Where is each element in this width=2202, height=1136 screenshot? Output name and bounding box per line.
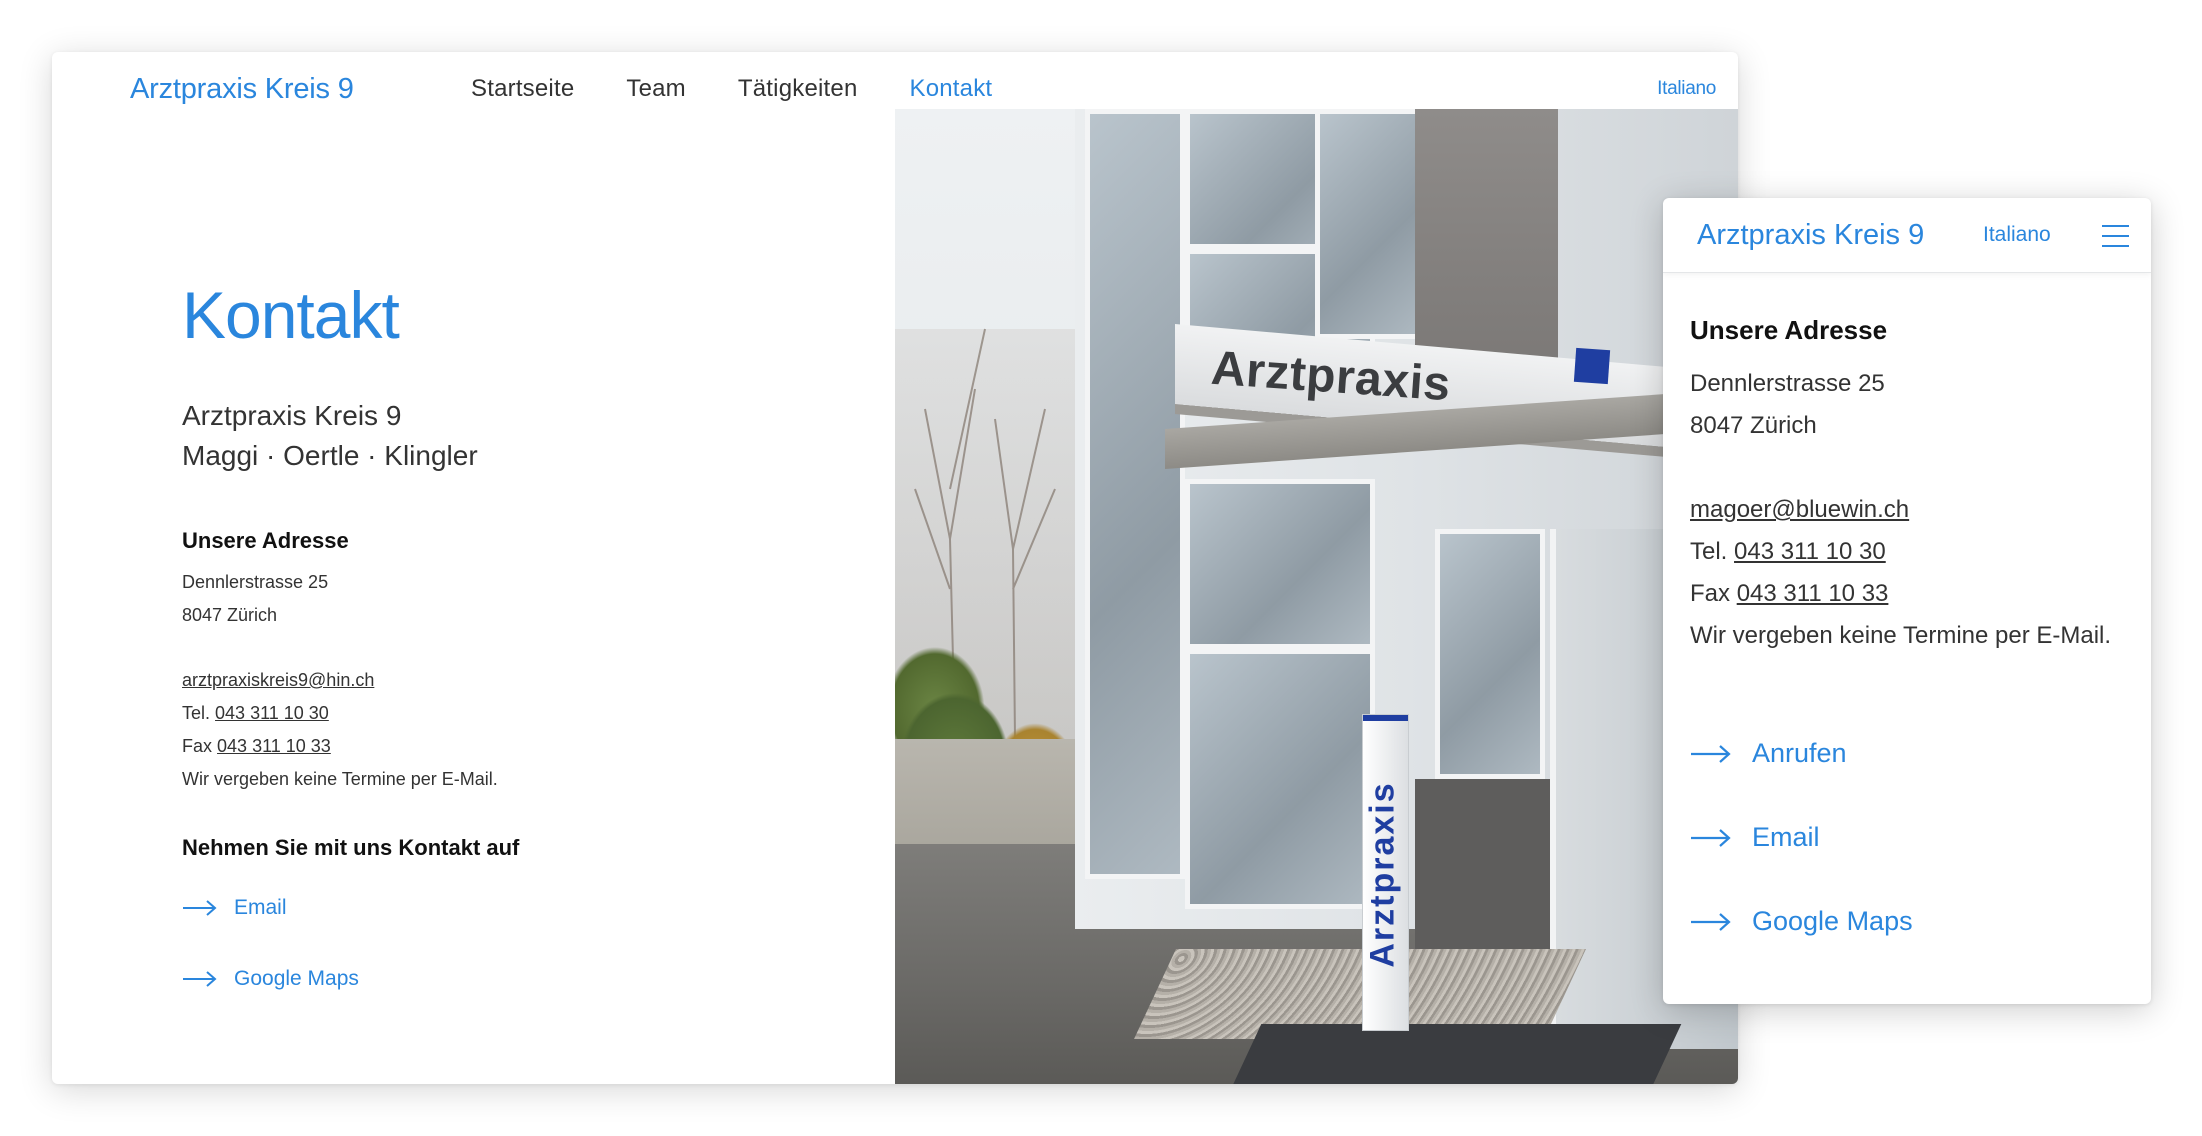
mobile-language-switch[interactable]: Italiano	[1983, 198, 2051, 272]
mobile-street: Dennlerstrasse 25	[1690, 370, 1885, 397]
tel-link[interactable]: 043 311 10 30	[215, 703, 329, 723]
nav-startseite[interactable]: Startseite	[471, 54, 574, 124]
address-heading: Unsere Adresse	[182, 528, 349, 553]
maps-cta-label: Google Maps	[234, 967, 359, 990]
maps-cta-link[interactable]: Google Maps	[182, 967, 359, 991]
mobile-tel-label: Tel.	[1690, 538, 1728, 565]
mobile-fax-label: Fax	[1690, 580, 1731, 607]
mobile-header: Arztpraxis Kreis 9 Italiano	[1663, 198, 2151, 273]
mobile-maps-cta-label: Google Maps	[1752, 906, 1913, 936]
arrow-right-icon	[1690, 911, 1732, 933]
email-link[interactable]: arztpraxiskreis9@hin.ch	[182, 670, 374, 690]
contact-heading: Nehmen Sie mit uns Kontakt auf	[182, 835, 520, 860]
appointment-note: Wir vergeben keine Termine per E-Mail.	[182, 769, 498, 789]
fax-label: Fax	[182, 736, 213, 756]
mobile-email-cta-label: Email	[1752, 822, 1820, 852]
pylon-sign-text: Arztpraxis	[1363, 781, 1402, 968]
practice-name: Arztpraxis Kreis 9	[182, 400, 402, 431]
email-cta-link[interactable]: Email	[182, 896, 287, 920]
mobile-site-logo[interactable]: Arztpraxis Kreis 9	[1697, 198, 1924, 272]
practice-subtitle: Arztpraxis Kreis 9 Maggi · Oertle · Klin…	[182, 396, 478, 476]
street: Dennlerstrasse 25	[182, 572, 329, 592]
fax-link[interactable]: 043 311 10 33	[217, 736, 331, 756]
desktop-window: Arztpraxis Kreis 9 Startseite Team Tätig…	[52, 52, 1738, 1084]
mobile-contact-details: Dennlerstrasse 25 8047 Zürich magoer@blu…	[1690, 363, 2130, 657]
mobile-call-link[interactable]: Anrufen	[1690, 738, 1847, 769]
nav-taetigkeiten[interactable]: Tätigkeiten	[738, 54, 858, 124]
hamburger-menu-icon[interactable]	[2102, 225, 2129, 247]
mobile-address-heading: Unsere Adresse	[1690, 315, 1888, 345]
address-block: Dennlerstrasse 25 8047 Zürich	[182, 566, 328, 632]
mobile-appointment-note: Wir vergeben keine Termine per E-Mail.	[1690, 622, 2112, 649]
mobile-fax-link[interactable]: 043 311 10 33	[1737, 580, 1889, 607]
doctor-names: Maggi · Oertle · Klingler	[182, 440, 478, 471]
city: 8047 Zürich	[182, 605, 278, 625]
arrow-right-icon	[1690, 743, 1732, 765]
site-logo[interactable]: Arztpraxis Kreis 9	[130, 54, 354, 124]
tel-label: Tel.	[182, 703, 211, 723]
mobile-email-link[interactable]: magoer@bluewin.ch	[1690, 496, 1909, 523]
page-title: Kontakt	[182, 278, 400, 352]
mobile-maps-cta-link[interactable]: Google Maps	[1690, 906, 1913, 937]
mobile-tel-link[interactable]: 043 311 10 30	[1734, 538, 1886, 565]
arrow-right-icon	[182, 899, 218, 917]
mobile-email-cta-link[interactable]: Email	[1690, 822, 1820, 853]
contact-details: arztpraxiskreis9@hin.ch Tel. 043 311 10 …	[182, 664, 498, 796]
mobile-city: 8047 Zürich	[1690, 412, 1817, 439]
building-photo: Arztpraxis Arztpraxis	[895, 109, 1738, 1084]
mobile-window: Arztpraxis Kreis 9 Italiano Unsere Adres…	[1663, 198, 2151, 1004]
email-cta-label: Email	[234, 896, 287, 919]
arrow-right-icon	[1690, 827, 1732, 849]
arrow-right-icon	[182, 970, 218, 988]
nav-team[interactable]: Team	[626, 54, 686, 124]
pylon-sign: Arztpraxis	[1362, 714, 1409, 1031]
mobile-call-label: Anrufen	[1752, 738, 1847, 768]
